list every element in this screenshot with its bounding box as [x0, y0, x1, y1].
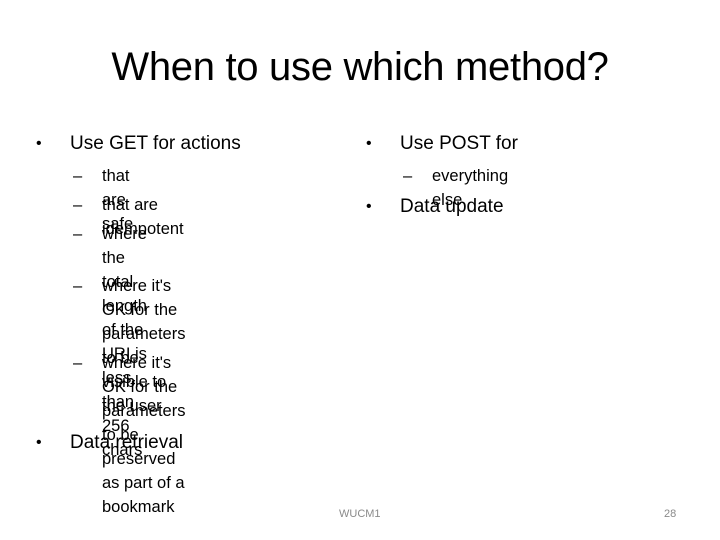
bullet-icon: • [366, 198, 372, 215]
bullet-icon: • [36, 434, 42, 451]
bullet-text: Data retrieval [70, 432, 183, 453]
dash-icon: – [73, 196, 83, 214]
dash-icon: – [73, 225, 83, 243]
slide-title: When to use which method? [111, 45, 609, 89]
bullet-text: Data update [400, 196, 504, 217]
bullet-text: Use GET for actions [70, 133, 241, 154]
footer-label: WUCM1 [339, 508, 381, 520]
dash-icon: – [403, 167, 413, 185]
bullet-icon: • [36, 135, 42, 152]
dash-icon: – [73, 277, 83, 295]
bullet-text: Use POST for [400, 133, 518, 154]
dash-icon: – [73, 354, 83, 372]
slide: When to use which method? • Use GET for … [0, 0, 720, 540]
dash-icon: – [73, 167, 83, 185]
page-number: 28 [664, 508, 677, 520]
bullet-icon: • [366, 135, 372, 152]
